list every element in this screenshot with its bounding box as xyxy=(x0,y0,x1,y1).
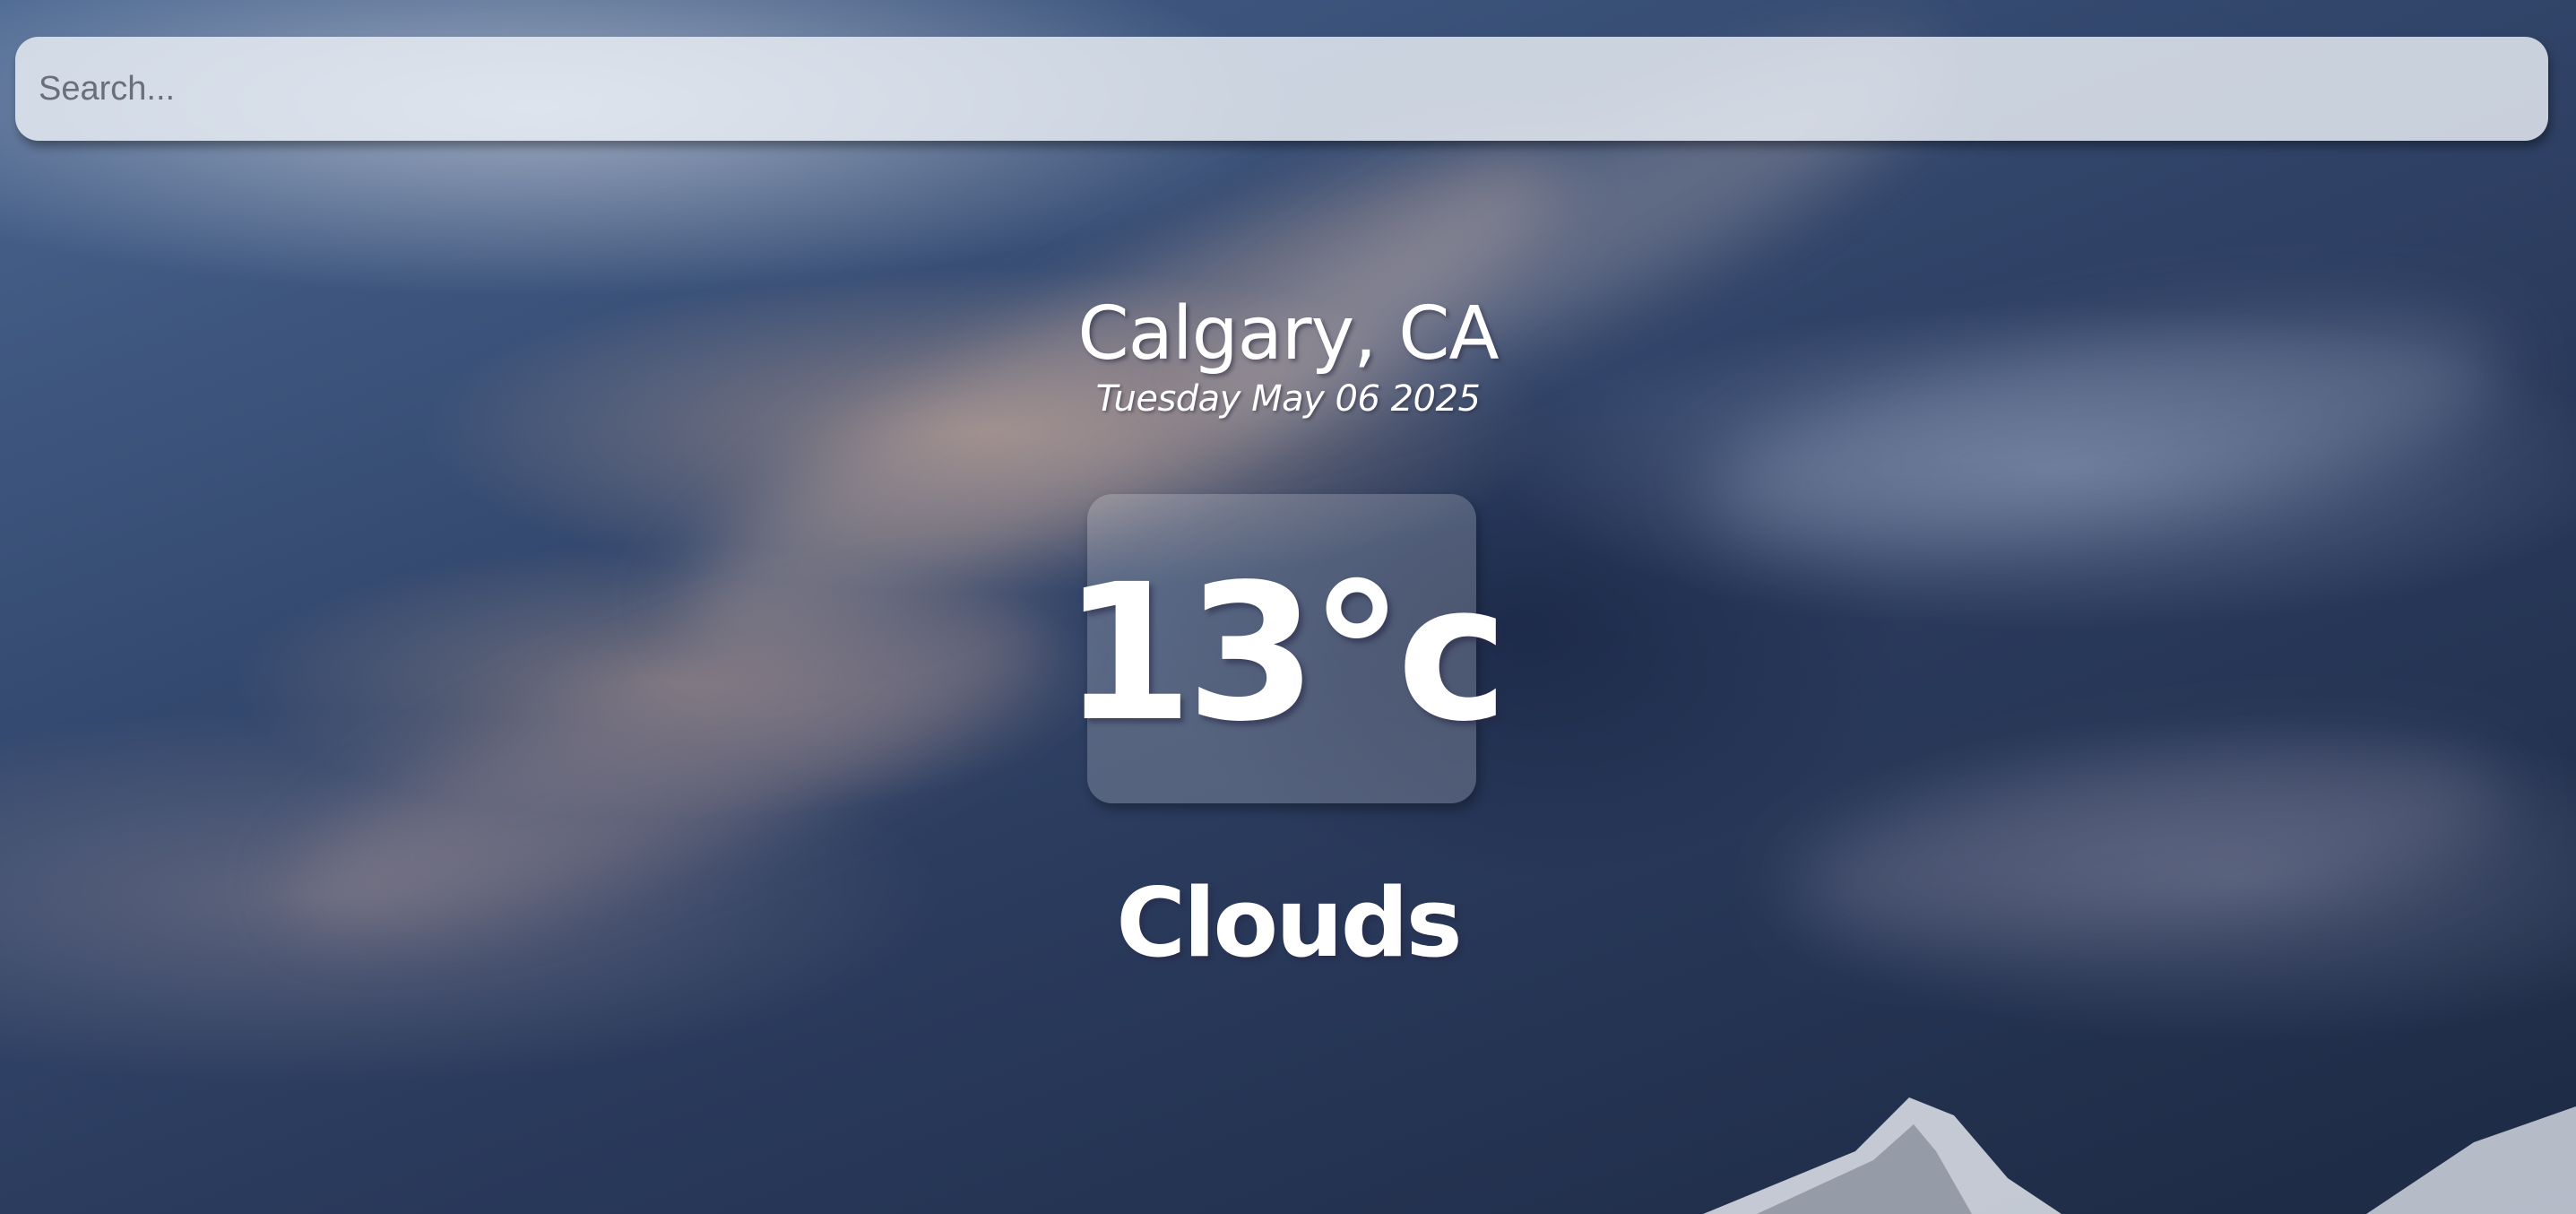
temperature-box: 13°c xyxy=(1062,494,1508,803)
temperature-value: 13°c xyxy=(1062,542,1508,763)
current-date: Tuesday May 06 2025 xyxy=(1095,378,1481,420)
mountain-peak xyxy=(1703,1097,2576,1214)
weather-condition: Clouds xyxy=(1116,868,1462,978)
weather-app: Calgary, CA Tuesday May 06 2025 13°c Clo… xyxy=(0,0,2576,1214)
location-box: Calgary, CA Tuesday May 06 2025 xyxy=(0,291,2576,420)
location-name: Calgary, CA xyxy=(1077,291,1499,377)
search-input[interactable] xyxy=(15,37,2548,141)
